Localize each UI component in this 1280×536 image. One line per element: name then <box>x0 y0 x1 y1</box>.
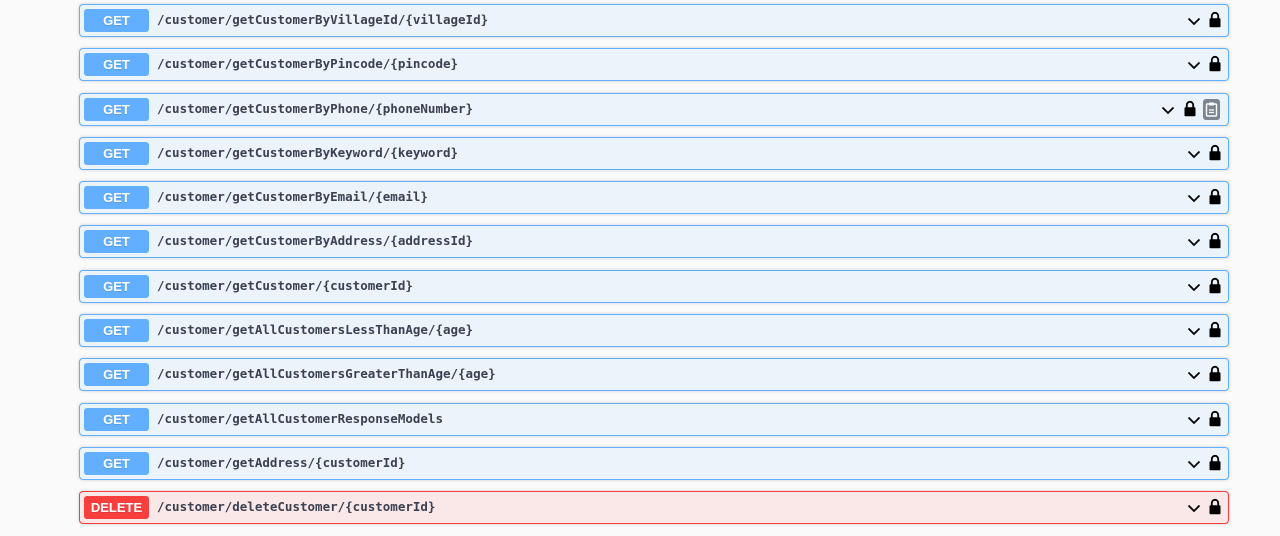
operation-path: /customer/getCustomerByPhone/{phoneNumbe… <box>157 100 474 116</box>
chevron-down-icon[interactable] <box>1187 501 1201 515</box>
operation-path: /customer/getAllCustomerResponseModels <box>157 410 443 426</box>
method-badge: GET <box>84 407 149 431</box>
method-badge: GET <box>84 274 149 298</box>
operation-get-customer[interactable]: GET /customer/getCustomer/{customerId} <box>79 269 1229 303</box>
method-badge: GET <box>84 230 149 254</box>
operation-path: /customer/getCustomerByVillageId/{villag… <box>157 12 489 27</box>
method-badge: GET <box>84 97 149 121</box>
method-badge: DELETE <box>84 496 149 520</box>
lock-icon[interactable] <box>1209 55 1221 72</box>
lock-icon[interactable] <box>1209 144 1221 161</box>
method-badge: GET <box>84 319 149 343</box>
method-badge: GET <box>84 9 149 32</box>
operation-get-all-customers-greater-than-age[interactable]: GET /customer/getAllCustomersGreaterThan… <box>79 358 1229 392</box>
operation-path: /customer/getAllCustomersLessThanAge/{ag… <box>157 322 474 338</box>
lock-icon[interactable] <box>1184 100 1196 117</box>
chevron-down-icon[interactable] <box>1187 14 1201 28</box>
operation-get-customer-by-phone[interactable]: GET /customer/getCustomerByPhone/{phoneN… <box>79 92 1229 126</box>
method-badge: GET <box>84 186 149 210</box>
lock-icon[interactable] <box>1209 232 1221 249</box>
operation-path: /customer/getAddress/{customerId} <box>157 454 406 470</box>
method-badge: GET <box>84 141 149 165</box>
lock-icon[interactable] <box>1209 277 1221 294</box>
operation-get-customer-by-address[interactable]: GET /customer/getCustomerByAddress/{addr… <box>79 225 1229 259</box>
chevron-down-icon[interactable] <box>1187 235 1201 249</box>
lock-icon[interactable] <box>1209 454 1221 471</box>
method-badge: GET <box>84 53 149 77</box>
operation-get-all-customers-less-than-age[interactable]: GET /customer/getAllCustomersLessThanAge… <box>79 314 1229 348</box>
chevron-down-icon[interactable] <box>1187 191 1201 205</box>
operation-path: /customer/getCustomer/{customerId} <box>157 277 413 293</box>
lock-icon[interactable] <box>1209 11 1221 28</box>
chevron-down-icon[interactable] <box>1187 280 1201 294</box>
chevron-down-icon[interactable] <box>1161 103 1175 117</box>
operation-delete-customer[interactable]: DELETE /customer/deleteCustomer/{custome… <box>79 491 1229 525</box>
operation-get-address[interactable]: GET /customer/getAddress/{customerId} <box>79 446 1229 480</box>
operation-get-customer-by-village-id[interactable]: GET /customer/getCustomerByVillageId/{vi… <box>79 4 1229 37</box>
chevron-down-icon[interactable] <box>1187 457 1201 471</box>
lock-icon[interactable] <box>1209 321 1221 338</box>
operation-path: /customer/getCustomerByKeyword/{keyword} <box>157 144 459 160</box>
operation-get-customer-by-email[interactable]: GET /customer/getCustomerByEmail/{email} <box>79 181 1229 215</box>
chevron-down-icon[interactable] <box>1187 324 1201 338</box>
chevron-down-icon[interactable] <box>1187 147 1201 161</box>
method-badge: GET <box>84 451 149 475</box>
operation-path: /customer/getCustomerByAddress/{addressI… <box>157 233 474 249</box>
operation-path: /customer/getCustomerByPincode/{pincode} <box>157 56 459 72</box>
chevron-down-icon[interactable] <box>1187 413 1201 427</box>
copy-to-clipboard-icon[interactable] <box>1203 98 1220 120</box>
operation-path: /customer/getAllCustomersGreaterThanAge/… <box>157 366 496 382</box>
lock-icon[interactable] <box>1209 498 1221 515</box>
lock-icon[interactable] <box>1209 410 1221 427</box>
operation-get-customer-by-pincode[interactable]: GET /customer/getCustomerByPincode/{pinc… <box>79 48 1229 82</box>
operation-get-customer-by-keyword[interactable]: GET /customer/getCustomerByKeyword/{keyw… <box>79 136 1229 170</box>
chevron-down-icon[interactable] <box>1187 58 1201 72</box>
method-badge: GET <box>84 363 149 387</box>
lock-icon[interactable] <box>1209 188 1221 205</box>
operation-path: /customer/deleteCustomer/{customerId} <box>157 499 436 515</box>
lock-icon[interactable] <box>1209 365 1221 382</box>
operation-path: /customer/getCustomerByEmail/{email} <box>157 189 428 205</box>
chevron-down-icon[interactable] <box>1187 368 1201 382</box>
operations-list: GET /customer/getCustomerByVillageId/{vi… <box>79 4 1229 536</box>
operation-get-all-customer-response-models[interactable]: GET /customer/getAllCustomerResponseMode… <box>79 402 1229 436</box>
